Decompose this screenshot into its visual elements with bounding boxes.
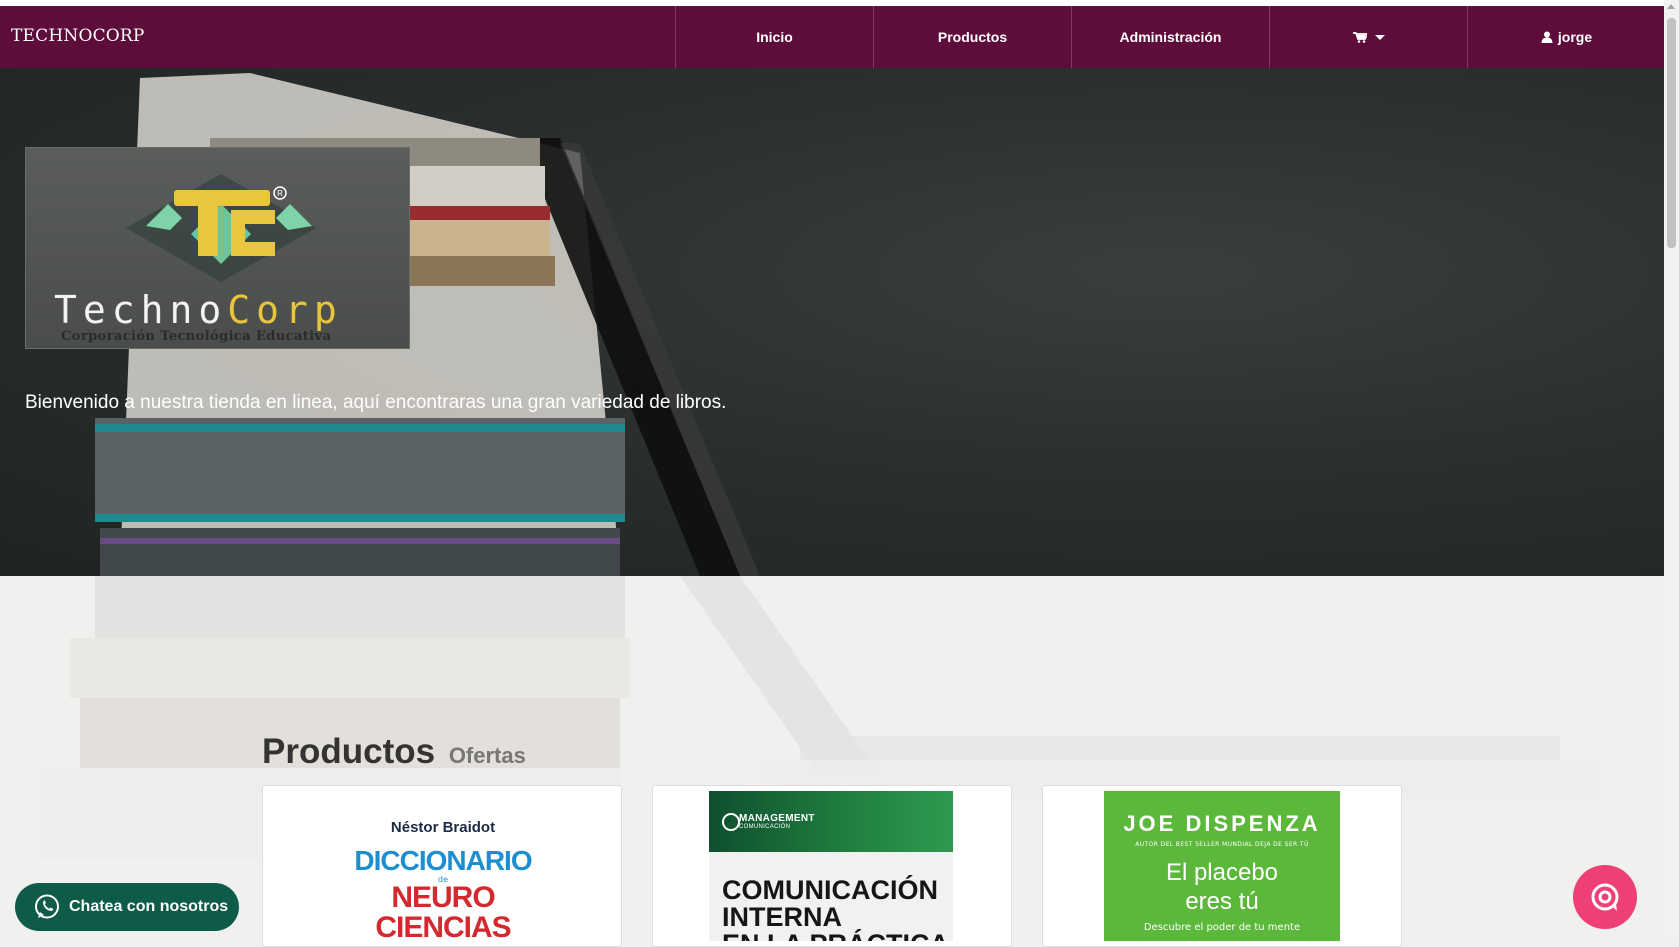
nav-item-productos[interactable]: Productos: [873, 6, 1071, 68]
registered-mark: R: [277, 189, 283, 198]
section-title-text: Productos: [262, 732, 436, 772]
book-tagline: AUTOR DEL BEST SELLER MUNDIAL DEJA DE SE…: [1135, 841, 1309, 848]
nav-item-label: Administración: [1119, 29, 1222, 45]
whatsapp-icon: [35, 894, 59, 919]
product-card[interactable]: MANAGEMENT COMUNICACIÓN COMUNICACIÓN INTE…: [652, 785, 1012, 947]
cover-fineprint: [323, 837, 563, 843]
logo-wordmark: TechnoCorp: [54, 288, 343, 332]
scroll-thumb[interactable]: [1667, 18, 1676, 248]
logo-subtitle: Corporación Tecnológica Educativa: [61, 329, 332, 344]
book-description: Descubre el poder de tu mente: [1143, 922, 1301, 933]
section-subtitle: Ofertas: [448, 743, 526, 769]
nav-item-label: jorge: [1557, 29, 1593, 45]
nav-item-label: Productos: [937, 29, 1008, 45]
nav-item-administracion[interactable]: Administración: [1071, 6, 1269, 68]
book-cover[interactable]: Néstor Braidot DICCIONARIO de NEURO CIEN…: [323, 791, 563, 941]
nav-items: Inicio Productos Administración jorge: [675, 6, 1665, 68]
book-title: COMUNICACIÓN INTERNA EN LA PRÁCTICA: [722, 875, 949, 942]
scroll-up-icon[interactable]: [1667, 4, 1675, 9]
book-author: JOE DISPENZA: [1123, 811, 1321, 836]
book-cover[interactable]: JOE DISPENZA AUTOR DEL BEST SELLER MUNDI…: [1104, 791, 1340, 941]
nav-item-inicio[interactable]: Inicio: [675, 6, 873, 68]
tc-logo-mark: R: [126, 174, 316, 282]
book-title-line2: NEURO: [391, 881, 495, 914]
nav-item-label: Inicio: [756, 29, 793, 45]
book-cover[interactable]: MANAGEMENT COMUNICACIÓN COMUNICACIÓN INTE…: [709, 791, 953, 941]
book-title: El placebo eres tú: [1165, 859, 1279, 915]
chat-icon: [1591, 883, 1619, 911]
cover-header: MANAGEMENT COMUNICACIÓN: [709, 791, 953, 852]
page-scrollbar[interactable]: [1664, 0, 1679, 938]
book-brand: MANAGEMENT COMUNICACIÓN: [739, 813, 815, 830]
hero-banner: R TechnoCorp Corporación Tecnológica Edu…: [0, 68, 1664, 576]
brand-ring-icon: [722, 813, 740, 831]
chat-widget-button[interactable]: [1573, 865, 1637, 929]
technocorp-logo: R TechnoCorp Corporación Tecnológica Edu…: [25, 147, 410, 349]
nav-item-cart-dropdown[interactable]: [1269, 6, 1467, 68]
brand-logo-text[interactable]: TECHNOCORP: [11, 6, 145, 68]
book-title-line3: CIENCIAS: [375, 911, 511, 942]
products-section-title: Productos Ofertas: [262, 732, 526, 772]
book-title: DICCIONARIO: [354, 845, 532, 876]
navbar: TECHNOCORP Inicio Productos Administraci…: [0, 6, 1664, 68]
chevron-down-icon: [1374, 34, 1385, 40]
whatsapp-label: Chatea con nosotros: [69, 898, 229, 915]
nav-item-user[interactable]: jorge: [1467, 6, 1665, 68]
product-card[interactable]: Néstor Braidot DICCIONARIO de NEURO CIEN…: [262, 785, 622, 947]
book-author: Néstor Braidot: [390, 819, 496, 836]
whatsapp-chat-button[interactable]: Chatea con nosotros: [15, 883, 239, 931]
user-icon: [1541, 31, 1553, 43]
welcome-message: Bienvenido a nuestra tienda en linea, aq…: [25, 392, 727, 413]
product-card[interactable]: JOE DISPENZA AUTOR DEL BEST SELLER MUNDI…: [1042, 785, 1402, 947]
cart-icon: [1352, 31, 1367, 43]
